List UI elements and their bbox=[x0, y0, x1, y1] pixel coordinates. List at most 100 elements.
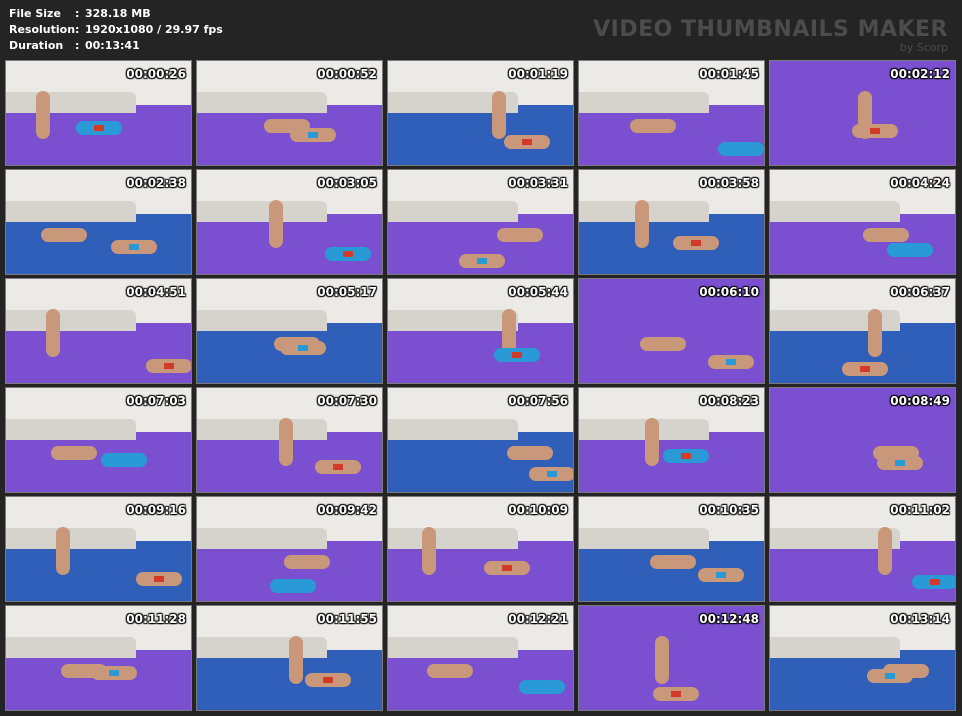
thumbnail[interactable]: 00:02:38 bbox=[5, 169, 192, 275]
duration-label: Duration bbox=[9, 39, 64, 52]
scene-outfit bbox=[905, 247, 915, 253]
scene-figure bbox=[36, 91, 50, 139]
thumbnail[interactable]: 00:13:14 bbox=[769, 605, 956, 711]
thumbnail[interactable]: 00:00:52 bbox=[196, 60, 383, 166]
thumbnail[interactable]: 00:10:09 bbox=[387, 496, 574, 602]
scene-figure bbox=[289, 636, 303, 684]
thumbnail[interactable]: 00:03:31 bbox=[387, 169, 574, 275]
thumbnail[interactable]: 00:05:44 bbox=[387, 278, 574, 384]
thumbnail[interactable]: 00:02:12 bbox=[769, 60, 956, 166]
timestamp: 00:05:44 bbox=[508, 285, 568, 299]
thumbnail[interactable]: 00:03:05 bbox=[196, 169, 383, 275]
timestamp: 00:11:55 bbox=[317, 612, 377, 626]
timestamp: 00:03:31 bbox=[508, 176, 568, 190]
scene-figure bbox=[422, 527, 436, 575]
scene-outfit bbox=[129, 244, 139, 250]
scene-outfit bbox=[502, 565, 512, 571]
watermark-title: VIDEO THUMBNAILS MAKER bbox=[593, 17, 948, 42]
scene-outfit bbox=[930, 579, 940, 585]
scene-figure bbox=[46, 309, 60, 357]
scene-figure bbox=[630, 119, 676, 133]
resolution-row: Resolution : 1920x1080 / 29.97 fps bbox=[9, 22, 223, 38]
thumbnail[interactable]: 00:07:56 bbox=[387, 387, 574, 493]
thumbnail[interactable]: 00:10:35 bbox=[578, 496, 765, 602]
scene-figure bbox=[863, 228, 909, 242]
timestamp: 00:03:58 bbox=[699, 176, 759, 190]
scene-outfit bbox=[691, 240, 701, 246]
thumbnail[interactable]: 00:08:49 bbox=[769, 387, 956, 493]
timestamp: 00:07:30 bbox=[317, 394, 377, 408]
thumbnail[interactable]: 00:12:48 bbox=[578, 605, 765, 711]
thumbnail[interactable]: 00:06:37 bbox=[769, 278, 956, 384]
scene-outfit bbox=[109, 670, 119, 676]
timestamp: 00:03:05 bbox=[317, 176, 377, 190]
scene-outfit bbox=[298, 345, 308, 351]
thumbnail[interactable]: 00:01:19 bbox=[387, 60, 574, 166]
scene-floor bbox=[388, 549, 573, 601]
thumbnail[interactable]: 00:03:58 bbox=[578, 169, 765, 275]
thumbnail[interactable]: 00:12:21 bbox=[387, 605, 574, 711]
scene-figure bbox=[284, 555, 330, 569]
file-size-label: File Size bbox=[9, 7, 61, 20]
scene-figure bbox=[868, 309, 882, 357]
thumbnail[interactable]: 00:11:55 bbox=[196, 605, 383, 711]
scene-outfit bbox=[333, 464, 343, 470]
thumbnail[interactable]: 00:01:45 bbox=[578, 60, 765, 166]
timestamp: 00:00:52 bbox=[317, 67, 377, 81]
timestamp: 00:02:12 bbox=[890, 67, 950, 81]
watermark-subtitle: by Scorp bbox=[899, 41, 948, 54]
thumbnail-grid: 00:00:26 00:00:52 00:01:19 00:01:45 00:02:12… bbox=[5, 60, 956, 711]
scene-figure bbox=[640, 337, 686, 351]
scene-floor bbox=[6, 331, 191, 383]
thumbnail[interactable]: 00:05:17 bbox=[196, 278, 383, 384]
timestamp: 00:09:42 bbox=[317, 503, 377, 517]
scene-floor bbox=[579, 658, 764, 710]
scene-outfit bbox=[119, 457, 129, 463]
scene-outfit bbox=[870, 128, 880, 134]
timestamp: 00:02:38 bbox=[126, 176, 186, 190]
scene-outfit bbox=[512, 352, 522, 358]
thumbnail[interactable]: 00:04:51 bbox=[5, 278, 192, 384]
thumbnail[interactable]: 00:04:24 bbox=[769, 169, 956, 275]
timestamp: 00:10:35 bbox=[699, 503, 759, 517]
timestamp: 00:10:09 bbox=[508, 503, 568, 517]
scene-outfit bbox=[323, 677, 333, 683]
timestamp: 00:06:37 bbox=[890, 285, 950, 299]
duration-value: 00:13:41 bbox=[85, 39, 140, 52]
file-size-row: File Size : 328.18 MB bbox=[9, 6, 223, 22]
scene-figure bbox=[635, 200, 649, 248]
timestamp: 00:09:16 bbox=[126, 503, 186, 517]
scene-outfit bbox=[547, 471, 557, 477]
thumbnail[interactable]: 00:00:26 bbox=[5, 60, 192, 166]
scene-figure bbox=[56, 527, 70, 575]
timestamp: 00:11:02 bbox=[890, 503, 950, 517]
scene-figure bbox=[41, 228, 87, 242]
thumbnail[interactable]: 00:11:02 bbox=[769, 496, 956, 602]
scene-figure bbox=[650, 555, 696, 569]
scene-outfit bbox=[154, 576, 164, 582]
scene-outfit bbox=[736, 146, 746, 152]
scene-floor bbox=[6, 440, 191, 492]
timestamp: 00:13:14 bbox=[890, 612, 950, 626]
thumbnail[interactable]: 00:06:10 bbox=[578, 278, 765, 384]
timestamp: 00:08:23 bbox=[699, 394, 759, 408]
thumbnail[interactable]: 00:08:23 bbox=[578, 387, 765, 493]
file-size-value: 328.18 MB bbox=[85, 7, 151, 20]
scene-outfit bbox=[860, 366, 870, 372]
thumbnail[interactable]: 00:07:03 bbox=[5, 387, 192, 493]
scene-floor bbox=[388, 331, 573, 383]
timestamp: 00:07:03 bbox=[126, 394, 186, 408]
scene-outfit bbox=[681, 453, 691, 459]
timestamp: 00:01:19 bbox=[508, 67, 568, 81]
timestamp: 00:00:26 bbox=[126, 67, 186, 81]
scene-figure bbox=[269, 200, 283, 248]
thumbnail[interactable]: 00:07:30 bbox=[196, 387, 383, 493]
timestamp: 00:06:10 bbox=[699, 285, 759, 299]
resolution-value: 1920x1080 / 29.97 fps bbox=[85, 23, 223, 36]
thumbnail[interactable]: 00:09:16 bbox=[5, 496, 192, 602]
thumbnail[interactable]: 00:09:42 bbox=[196, 496, 383, 602]
watermark: VIDEO THUMBNAILS MAKER by Scorp bbox=[593, 18, 948, 54]
thumbnail[interactable]: 00:11:28 bbox=[5, 605, 192, 711]
resolution-label: Resolution bbox=[9, 23, 76, 36]
scene-outfit bbox=[726, 359, 736, 365]
